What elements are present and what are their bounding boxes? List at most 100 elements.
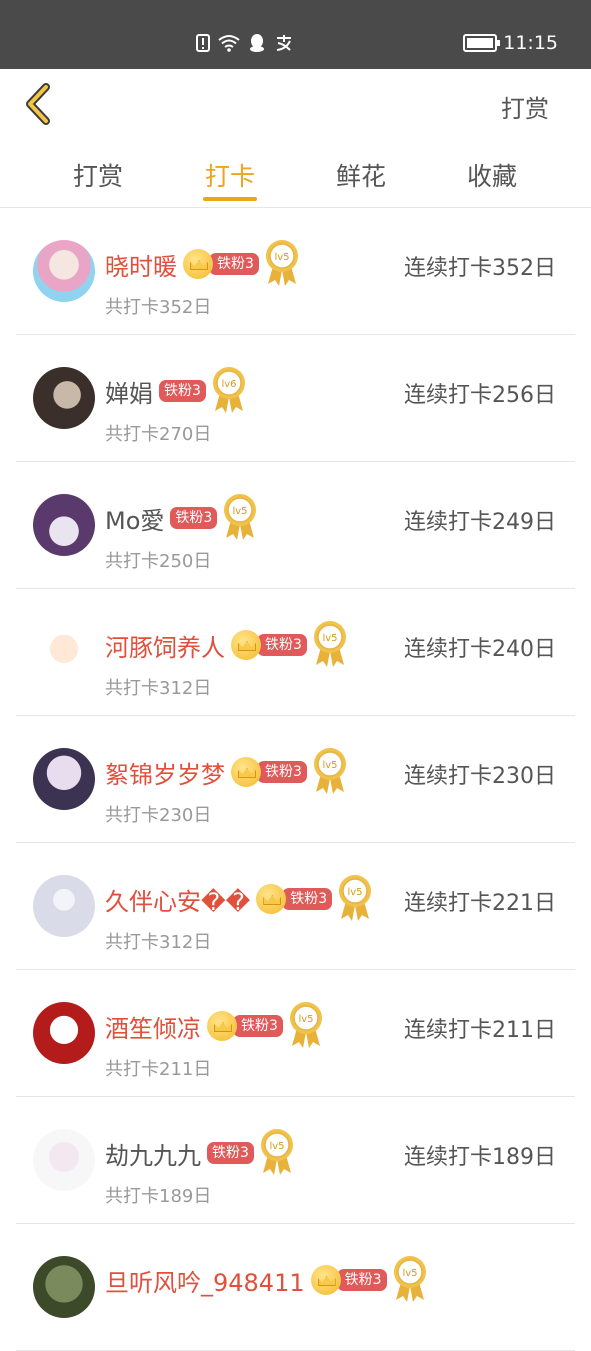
level-medal-icon: lv5 [260, 1127, 294, 1179]
tab-flowers[interactable]: 鲜花 [321, 157, 401, 193]
list-item[interactable]: 婵娟 铁粉3 lv6 共打卡270日 连续打卡256日 [0, 335, 591, 462]
vip-fan-badge: 铁粉3 [207, 1011, 283, 1041]
tab-bar: 打赏 打卡 鲜花 收藏 [0, 139, 591, 208]
total-checkin: 共打卡230日 [105, 805, 212, 826]
level-medal-icon: lv5 [313, 746, 347, 798]
list-item[interactable]: Mo愛 铁粉3 lv5 共打卡250日 连续打卡249日 [0, 462, 591, 589]
alipay-icon [274, 34, 294, 56]
header: 打赏 [0, 69, 591, 139]
total-checkin: 共打卡312日 [105, 932, 212, 953]
crown-icon [231, 757, 261, 787]
fan-badge: 铁粉3 [257, 634, 307, 656]
fan-badge: 铁粉3 [257, 761, 307, 783]
header-reward-button[interactable]: 打赏 [501, 89, 549, 124]
fan-badge: 铁粉3 [159, 380, 206, 402]
user-name[interactable]: Mo愛 [105, 501, 164, 536]
user-name[interactable]: 酒笙倾凉 [105, 1009, 201, 1044]
vip-fan-badge: 铁粉3 [183, 249, 259, 279]
list-item[interactable]: 晓时暖 铁粉3 lv5 共打卡352日 连续打卡352日 [0, 208, 591, 335]
total-checkin: 共打卡352日 [105, 297, 212, 318]
streak-checkin: 连续打卡189日 [404, 1145, 556, 1170]
name-line: 久伴心安�� 铁粉3 lv5 [105, 873, 372, 925]
list-item[interactable]: 絮锦岁岁梦 铁粉3 lv5 共打卡230日 连续打卡230日 [0, 716, 591, 843]
list-item[interactable]: 劫九九九 铁粉3 lv5 共打卡189日 连续打卡189日 [0, 1097, 591, 1224]
level-label: lv5 [348, 887, 363, 898]
back-button[interactable] [20, 81, 60, 127]
status-bar: 11:15 [0, 0, 591, 69]
tab-reward[interactable]: 打赏 [58, 157, 138, 193]
vip-fan-badge: 铁粉3 [310, 1265, 387, 1295]
level-medal-icon: lv6 [212, 365, 246, 417]
level-medal-icon: lv5 [338, 873, 372, 925]
crown-icon [310, 1265, 341, 1295]
fan-badge: 铁粉3 [209, 253, 259, 275]
level-label: lv5 [322, 633, 337, 644]
vip-fan-badge: 铁粉3 [231, 630, 307, 660]
chevron-left-icon [26, 83, 50, 125]
total-checkin: 共打卡211日 [105, 1059, 212, 1080]
user-name[interactable]: 久伴心安�� [105, 882, 250, 917]
level-label: lv5 [402, 1268, 417, 1279]
tab-checkin[interactable]: 打卡 [190, 157, 270, 193]
active-tab-indicator [203, 197, 257, 201]
streak-checkin: 连续打卡211日 [404, 1018, 556, 1043]
user-name[interactable]: 劫九九九 [105, 1136, 201, 1171]
user-name[interactable]: 旦听风吟_948411 [105, 1263, 305, 1298]
level-medal-icon: lv5 [393, 1254, 427, 1306]
avatar[interactable] [33, 1002, 95, 1064]
wifi-icon [218, 34, 240, 56]
battery-icon [463, 34, 501, 52]
streak-checkin: 连续打卡221日 [404, 891, 556, 916]
status-icons [196, 33, 294, 57]
level-label: lv6 [221, 379, 236, 390]
tab-favorites[interactable]: 收藏 [452, 157, 532, 193]
level-label: lv5 [269, 1141, 284, 1152]
total-checkin: 共打卡250日 [105, 551, 212, 572]
avatar[interactable] [33, 875, 95, 937]
avatar[interactable] [33, 1256, 95, 1318]
user-name[interactable]: 絮锦岁岁梦 [105, 755, 225, 790]
vip-fan-badge: 铁粉3 [231, 757, 307, 787]
qq-icon [248, 33, 266, 57]
fan-badge: 铁粉3 [170, 507, 218, 529]
list-item[interactable]: 河豚饲养人 铁粉3 lv5 共打卡312日 连续打卡240日 [0, 589, 591, 716]
avatar[interactable] [33, 367, 95, 429]
avatar[interactable] [33, 621, 95, 683]
crown-icon [207, 1011, 237, 1041]
crown-icon [231, 630, 261, 660]
total-checkin: 共打卡312日 [105, 678, 212, 699]
avatar[interactable] [33, 240, 95, 302]
checkin-list: 晓时暖 铁粉3 lv5 共打卡352日 连续打卡352日 婵娟 铁粉3 lv6 共打卡270日连… [0, 208, 591, 1351]
streak-checkin: 连续打卡256日 [404, 383, 556, 408]
level-label: lv5 [298, 1014, 313, 1025]
user-name[interactable]: 婵娟 [105, 374, 153, 409]
vip-fan-badge: 铁粉3 [256, 884, 333, 914]
total-checkin: 共打卡270日 [105, 424, 212, 445]
crown-icon [256, 884, 287, 914]
avatar[interactable] [33, 1129, 95, 1191]
avatar[interactable] [33, 494, 95, 556]
name-line: 婵娟 铁粉3 lv6 [105, 365, 246, 417]
avatar[interactable] [33, 748, 95, 810]
list-item[interactable]: 酒笙倾凉 铁粉3 lv5 共打卡211日 连续打卡211日 [0, 970, 591, 1097]
level-label: lv5 [322, 760, 337, 771]
level-label: lv5 [233, 506, 248, 517]
user-name[interactable]: 河豚饲养人 [105, 628, 225, 663]
level-medal-icon: lv5 [289, 1000, 323, 1052]
streak-checkin: 连续打卡249日 [404, 510, 556, 535]
alert-icon [196, 34, 210, 56]
name-line: 劫九九九 铁粉3 lv5 [105, 1127, 294, 1179]
list-item[interactable]: 久伴心安�� 铁粉3 lv5 共打卡312日 连续打卡221日 [0, 843, 591, 970]
name-line: 絮锦岁岁梦 铁粉3 lv5 [105, 746, 347, 798]
level-medal-icon: lv5 [223, 492, 257, 544]
name-line: Mo愛 铁粉3 lv5 [105, 492, 257, 544]
list-item[interactable]: 旦听风吟_948411 铁粉3 lv5 [0, 1224, 591, 1351]
level-medal-icon: lv5 [265, 238, 299, 290]
name-line: 晓时暖 铁粉3 lv5 [105, 238, 299, 290]
fan-badge: 铁粉3 [282, 888, 333, 910]
user-name[interactable]: 晓时暖 [105, 247, 177, 282]
level-medal-icon: lv5 [313, 619, 347, 671]
crown-icon [183, 249, 213, 279]
fan-badge: 铁粉3 [336, 1269, 387, 1291]
total-checkin: 共打卡189日 [105, 1186, 212, 1207]
